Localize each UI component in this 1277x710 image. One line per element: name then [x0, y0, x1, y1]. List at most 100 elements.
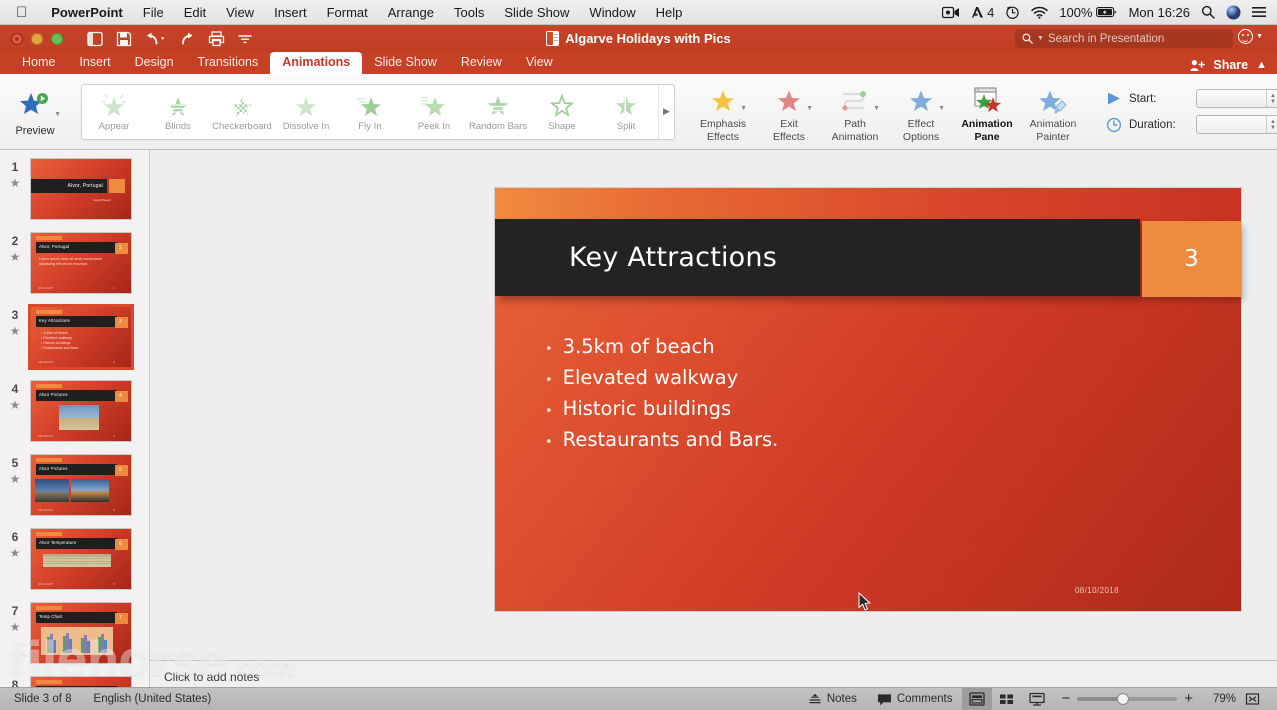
feedback-smiley-button[interactable]: ▼ [1238, 29, 1263, 44]
thumbnail-slide-4[interactable]: 4 ★ Alvor Pictures 4 08/10/2018 4 [0, 376, 149, 450]
fit-slide-to-window-button[interactable] [1236, 692, 1269, 706]
normal-view-button[interactable] [962, 687, 993, 710]
menu-item-window[interactable]: Window [579, 5, 645, 20]
effect-options-button[interactable]: ▼ Effect Options [888, 78, 954, 146]
siri-icon[interactable] [1226, 5, 1241, 20]
redo-icon[interactable] [179, 32, 195, 46]
effect-dissolve-in[interactable]: Dissolve In [274, 85, 338, 139]
animation-star-icon[interactable]: ★ [10, 621, 21, 633]
slide-counter[interactable]: Slide 3 of 8 [14, 693, 72, 705]
slide-sorter-view-button[interactable] [992, 688, 1022, 710]
zoom-track[interactable] [1077, 693, 1178, 705]
animation-star-icon[interactable]: ★ [10, 325, 21, 337]
menu-item-slide-show[interactable]: Slide Show [494, 5, 579, 20]
zoom-knob[interactable] [1117, 693, 1130, 705]
zoom-window-button[interactable] [51, 32, 63, 45]
adobe-status-icon[interactable]: 4 [971, 5, 994, 20]
thumbnail-slide-5[interactable]: 5 ★ Alvor Pictures 5 08/10/2018 5 [0, 450, 149, 524]
stepper-arrows-icon[interactable]: ▲ ▼ [1266, 116, 1277, 133]
screen-record-icon[interactable] [942, 6, 960, 19]
tab-view[interactable]: View [514, 52, 565, 74]
thumbnail-slide-3[interactable]: 3 ★ Key Attractions 3 • 3.5km of beach • … [0, 302, 149, 376]
menu-item-view[interactable]: View [216, 5, 264, 20]
animation-painter-button[interactable]: Animation Painter [1020, 78, 1086, 146]
collapse-ribbon-icon[interactable]: ▲ [1256, 59, 1267, 71]
print-icon[interactable] [208, 30, 225, 47]
menu-item-help[interactable]: Help [646, 5, 693, 20]
search-in-presentation-field[interactable]: ▼ Search in Presentation [1015, 29, 1233, 48]
tab-transitions[interactable]: Transitions [186, 52, 271, 74]
sidebar-toggle-icon[interactable] [87, 31, 103, 47]
menu-item-tools[interactable]: Tools [444, 5, 494, 20]
animation-star-icon[interactable]: ★ [10, 399, 21, 411]
animation-pane-button[interactable]: Animation Pane [954, 78, 1020, 146]
start-dropdown[interactable]: ▲ ▼ [1196, 89, 1277, 108]
effect-checkerboard[interactable]: Checkerboard [210, 85, 274, 139]
effect-random-bars[interactable]: Random Bars [466, 85, 530, 139]
thumbnail-image[interactable]: Alvor Pictures 5 08/10/2018 5 [30, 454, 132, 516]
animation-star-icon[interactable]: ★ [10, 473, 21, 485]
save-icon[interactable] [116, 31, 132, 47]
effect-peek-in[interactable]: Peek In [402, 85, 466, 139]
slideshow-view-button[interactable] [1022, 688, 1052, 710]
menu-item-file[interactable]: File [133, 5, 174, 20]
language-indicator[interactable]: English (United States) [94, 693, 212, 705]
exit-effects-button[interactable]: ▼ Exit Effects [756, 78, 822, 146]
chevron-down-icon[interactable]: ▼ [873, 105, 880, 112]
battery-status[interactable]: 100% [1059, 5, 1117, 20]
notification-center-icon[interactable] [1252, 6, 1267, 18]
thumbnail-slide-7[interactable]: 7 ★ Temp Chart 7 [0, 598, 149, 672]
gallery-more-button[interactable]: ▶ [658, 84, 674, 139]
chevron-down-icon[interactable]: ▼ [740, 105, 747, 112]
zoom-out-button[interactable]: − [1061, 691, 1070, 706]
current-slide[interactable]: Key Attractions 3 • 3.5km of beach • Ele… [495, 188, 1241, 611]
clock-icon[interactable] [1005, 5, 1020, 20]
zoom-slider-control[interactable]: − + [1052, 691, 1202, 706]
tab-design[interactable]: Design [123, 52, 186, 74]
stepper-arrows-icon[interactable]: ▲ ▼ [1266, 90, 1277, 107]
menu-bar-clock[interactable]: Mon 16:26 [1129, 5, 1190, 20]
slide-title-placeholder[interactable]: Key Attractions [495, 219, 1140, 296]
thumbnail-image[interactable]: Alvor, Portugal 2 Lorem ipsum dolor sit … [30, 232, 132, 294]
slide-thumbnail-panel[interactable]: 1 ★ Alvor, Portugal Estoril Beach 2 ★ Al… [0, 150, 150, 693]
share-button[interactable]: Share ▲ [1190, 58, 1267, 72]
minimize-window-button[interactable] [31, 32, 43, 45]
menu-item-edit[interactable]: Edit [174, 5, 216, 20]
menu-item-insert[interactable]: Insert [264, 5, 317, 20]
menu-item-format[interactable]: Format [317, 5, 378, 20]
menu-item-arrange[interactable]: Arrange [378, 5, 444, 20]
chevron-down-icon[interactable]: ▼ [806, 105, 813, 112]
chevron-down-icon[interactable]: ▼ [938, 105, 945, 112]
thumbnail-image[interactable]: Alvor Temperature 6 08/10/2018 6 [30, 528, 132, 590]
duration-stepper[interactable]: ▲ ▼ [1196, 115, 1277, 134]
spotlight-search-icon[interactable] [1201, 5, 1215, 19]
tab-animations[interactable]: Animations [270, 52, 363, 74]
animation-star-icon[interactable]: ★ [10, 177, 21, 189]
slide-editing-stage[interactable]: Key Attractions 3 • 3.5km of beach • Ele… [150, 150, 1277, 693]
zoom-in-button[interactable]: + [1184, 691, 1193, 706]
thumbnail-slide-2[interactable]: 2 ★ Alvor, Portugal 2 Lorem ipsum dolor … [0, 228, 149, 302]
notes-toggle-button[interactable]: Notes [798, 688, 867, 710]
customize-toolbar-icon[interactable] [238, 34, 252, 44]
thumbnail-image[interactable]: Temp Chart 7 [30, 602, 132, 664]
zoom-percentage[interactable]: 79% [1202, 693, 1236, 705]
path-animation-button[interactable]: ▼ Path Animation [822, 78, 888, 146]
effect-blinds[interactable]: Blinds [146, 85, 210, 139]
slide-body-placeholder[interactable]: • 3.5km of beach • Elevated walkway • Hi… [545, 333, 778, 457]
tab-review[interactable]: Review [449, 52, 514, 74]
entrance-effects-gallery[interactable]: Appear Blinds Checkerboard Dissolve In F… [81, 83, 675, 140]
preview-button[interactable]: ▼ Preview [4, 87, 66, 137]
effect-shape[interactable]: Shape [530, 85, 594, 139]
thumbnail-image-selected[interactable]: Key Attractions 3 • 3.5km of beach • Elev… [28, 304, 134, 370]
emphasis-effects-button[interactable]: ▼ Emphasis Effects [690, 78, 756, 146]
effect-split[interactable]: Split [594, 85, 658, 139]
thumbnail-image[interactable]: Alvor, Portugal Estoril Beach [30, 158, 132, 220]
effect-fly-in[interactable]: Fly In [338, 85, 402, 139]
effect-appear[interactable]: Appear [82, 85, 146, 139]
chevron-down-icon[interactable]: ▼ [54, 111, 61, 118]
thumbnail-slide-6[interactable]: 6 ★ Alvor Temperature 6 08/10/2018 6 [0, 524, 149, 598]
animation-star-icon[interactable]: ★ [10, 251, 21, 263]
apple-menu-icon[interactable]:  [16, 5, 27, 20]
close-window-button[interactable] [11, 32, 23, 45]
undo-icon[interactable] [145, 32, 166, 46]
